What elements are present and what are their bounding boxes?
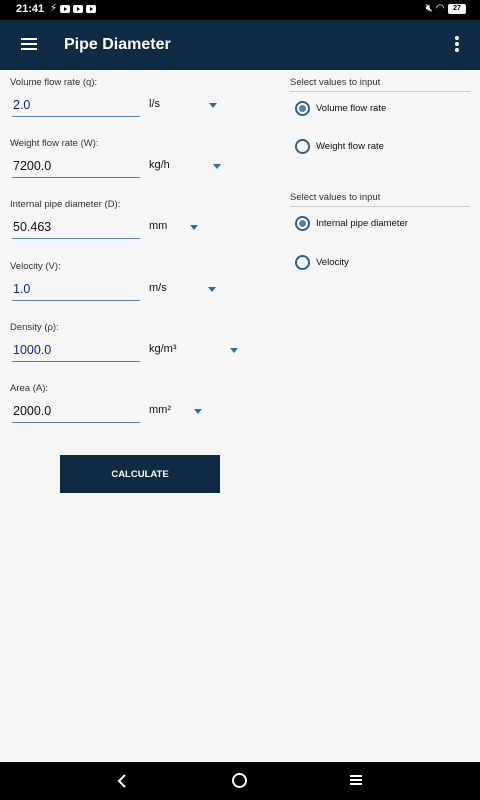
radio-selected-icon[interactable] — [295, 216, 310, 231]
radio-weight-flow-rate[interactable]: Weight flow rate — [295, 139, 384, 154]
internal-pipe-diameter-input[interactable]: 50.463 — [13, 220, 51, 234]
input-underline — [12, 300, 140, 301]
radio-label: Internal pipe diameter — [316, 218, 408, 229]
area-label: Area (A): — [10, 383, 49, 394]
internal-pipe-diameter-label: Internal pipe diameter (D): — [10, 199, 121, 210]
status-time: 21:41 — [16, 3, 45, 15]
input-underline — [12, 361, 140, 362]
density-label: Density (ρ): — [10, 322, 59, 333]
group-header: Select values to input — [290, 77, 381, 88]
chevron-down-icon[interactable] — [190, 225, 198, 230]
volume-flow-rate-unit-select[interactable]: l/s — [149, 98, 160, 110]
usb-icon: ⚡ — [50, 3, 58, 14]
youtube-icon — [86, 4, 97, 13]
back-icon[interactable] — [116, 774, 130, 788]
flow-rate-input-group: Select values to input Volume flow rate … — [290, 77, 470, 167]
youtube-icon — [73, 4, 84, 13]
volume-flow-rate-input[interactable]: 2.0 — [13, 98, 30, 112]
battery-icon: 27 — [448, 3, 466, 14]
radio-internal-pipe-diameter[interactable]: Internal pipe diameter — [295, 216, 408, 231]
input-underline — [12, 422, 140, 423]
weight-flow-rate-label: Weight flow rate (W): — [10, 138, 99, 149]
page-title: Pipe Diameter — [64, 36, 171, 53]
velocity-label: Velocity (V): — [10, 261, 61, 272]
radio-label: Volume flow rate — [316, 103, 387, 114]
divider — [290, 206, 470, 207]
radio-selected-icon[interactable] — [295, 101, 310, 116]
divider — [290, 91, 470, 92]
velocity-input[interactable]: 1.0 — [13, 282, 30, 296]
radio-label: Velocity — [316, 257, 349, 268]
chevron-down-icon[interactable] — [194, 409, 202, 414]
overflow-menu-icon[interactable] — [450, 34, 464, 56]
hamburger-menu-icon[interactable] — [18, 35, 40, 55]
home-icon[interactable] — [232, 773, 247, 788]
area-input[interactable]: 2000.0 — [13, 404, 51, 418]
notification-icons: ⚡ — [50, 3, 97, 14]
calculate-button[interactable]: CALCULATE — [60, 455, 220, 493]
internal-pipe-diameter-unit-select[interactable]: mm — [149, 220, 167, 232]
youtube-icon — [60, 4, 71, 13]
input-underline — [12, 238, 140, 239]
radio-unselected-icon[interactable] — [295, 255, 310, 270]
area-unit-select[interactable]: mm² — [149, 404, 171, 416]
input-underline — [12, 177, 140, 178]
mute-icon: 🔇︎ — [425, 3, 433, 14]
density-unit-select[interactable]: kg/m³ — [149, 343, 177, 355]
volume-flow-rate-label: Volume flow rate (q): — [10, 77, 98, 88]
velocity-unit-select[interactable]: m/s — [149, 282, 167, 294]
chevron-down-icon[interactable] — [213, 164, 221, 169]
group-header: Select values to input — [290, 192, 381, 203]
radio-velocity[interactable]: Velocity — [295, 255, 349, 270]
radio-volume-flow-rate[interactable]: Volume flow rate — [295, 101, 386, 116]
recent-apps-icon[interactable] — [350, 775, 364, 787]
app-bar: Pipe Diameter — [0, 20, 480, 70]
status-bar: 21:41 ⚡ 🔇︎ ◠ 27 — [0, 0, 480, 20]
chevron-down-icon[interactable] — [208, 287, 216, 292]
input-underline — [12, 116, 140, 117]
radio-label: Weight flow rate — [316, 141, 384, 152]
radio-unselected-icon[interactable] — [295, 139, 310, 154]
weight-flow-rate-unit-select[interactable]: kg/h — [149, 159, 170, 171]
chevron-down-icon[interactable] — [230, 348, 238, 353]
weight-flow-rate-input[interactable]: 7200.0 — [13, 159, 51, 173]
density-input[interactable]: 1000.0 — [13, 343, 51, 357]
system-nav-bar — [0, 762, 480, 800]
chevron-down-icon[interactable] — [209, 103, 217, 108]
wifi-icon: ◠ — [436, 3, 444, 14]
diameter-input-group: Select values to input Internal pipe dia… — [290, 192, 470, 282]
